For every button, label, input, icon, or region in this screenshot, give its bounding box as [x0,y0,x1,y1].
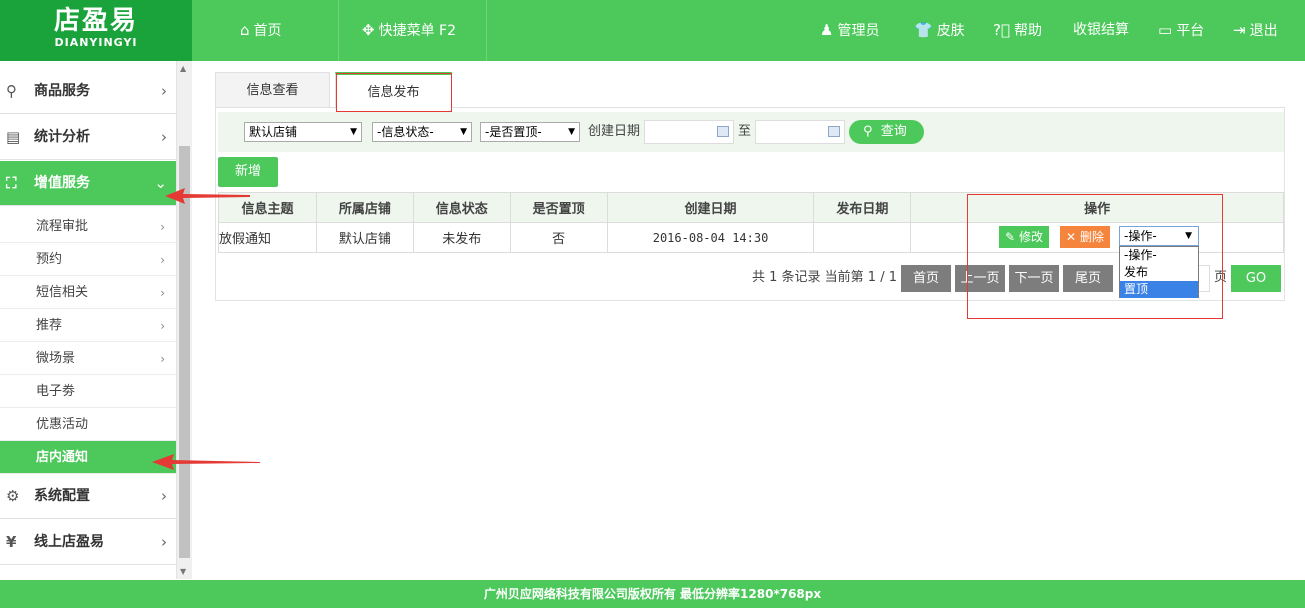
annotation-box [967,194,1223,319]
go-button[interactable]: GO [1231,265,1281,292]
nav-skin[interactable]: 👕 皮肤 [914,0,965,61]
nav-checkout[interactable]: 收银结算 [1073,0,1129,61]
caret-down-icon: ▼ [460,127,467,137]
sidebar-sub-item[interactable]: 优惠活动 [0,408,176,441]
chevron-right-icon: › [161,128,167,146]
column-header: 信息状态 [412,192,511,223]
calendar-icon[interactable] [828,126,840,137]
add-button[interactable]: 新增 [218,157,278,187]
sidebar-sub-item[interactable]: 推荐 › [0,309,176,342]
first-page-button[interactable]: 首页 [901,265,951,292]
chevron-right-icon: › [161,533,167,551]
help-icon: ?⃝ [993,21,1010,39]
cell-store: 默认店铺 [315,222,414,253]
chevron-right-icon: › [160,286,165,300]
annotation-box [336,73,452,112]
column-header: 创建日期 [606,192,815,223]
logout-icon: ⇥ [1233,21,1246,39]
cell-created: 2016-08-04 14:30 [606,222,815,253]
pill-icon: ⚲ [6,82,17,100]
sidebar-scrollbar[interactable]: ▲ ▼ [177,61,192,579]
home-icon: ⌂ [240,21,250,39]
logo-text-en: DIANYINGYI [54,36,138,49]
filter-bar: 默认店铺 ▼ -信息状态- ▼ -是否置顶- ▼ 创建日期 至 ⚲ 查询 [218,112,1284,152]
gear-icon: ⚙ [6,487,20,505]
cell-subject: 放假通知 [218,222,317,253]
tab-view[interactable]: 信息查看 [215,72,330,108]
nav-help[interactable]: ?⃝ 帮助 [993,0,1042,61]
chart-icon: ▤ [6,128,21,146]
scrollbar-thumb[interactable] [179,146,190,558]
monitor-icon: ▭ [1158,21,1173,39]
status-select[interactable]: -信息状态- ▼ [372,122,472,142]
sidebar-sub-item[interactable]: 预约 › [0,243,176,276]
sidebar-item-goods[interactable]: ⚲ 商品服务 › [0,69,176,114]
column-header: 所属店铺 [315,192,414,223]
logo[interactable]: 店盈易 DIANYINGYI [0,0,192,61]
footer: 广州贝应网络科技有限公司版权所有 最低分辨率1280*768px [0,580,1305,608]
search-button[interactable]: ⚲ 查询 [849,120,924,144]
sidebar-sub-item[interactable]: 流程审批 › [0,210,176,243]
user-icon: ♟ [820,21,834,39]
chevron-right-icon: › [160,352,165,366]
sidebar-item-online[interactable]: ¥ 线上店盈易 › [0,520,176,565]
scroll-up-icon[interactable]: ▲ [180,64,186,73]
date-to-label: 至 [738,124,752,139]
nav-platform[interactable]: ▭ 平台 [1158,0,1204,61]
calendar-icon[interactable] [717,126,729,137]
caret-down-icon: ▼ [350,127,357,137]
column-header: 发布日期 [813,192,912,223]
annotation-arrow [152,454,260,470]
created-date-label: 创建日期 [588,124,641,139]
nav-quick-menu[interactable]: ✥ 快捷菜单 F2 [362,0,456,61]
top-bar: 店盈易 DIANYINGYI ⌂ 首页 ✥ 快捷菜单 F2 ♟ 管理员 👕 皮肤 ?⃝ 帮… [0,0,1305,61]
store-select[interactable]: 默认店铺 ▼ [244,122,362,142]
sidebar-item-value-added[interactable]: ⛶ 增值服务 ⌄ [0,161,176,206]
chevron-right-icon: › [161,487,167,505]
cell-published [813,222,912,253]
sidebar-sub-item[interactable]: 微场景 › [0,342,176,375]
column-header: 是否置顶 [509,192,608,223]
map-icon: ⛶ [6,174,17,192]
annotation-arrow [165,188,250,204]
end-date-input[interactable] [755,120,845,144]
top-select[interactable]: -是否置顶- ▼ [480,122,580,142]
sidebar-item-stats[interactable]: ▤ 统计分析 › [0,115,176,160]
nav-home[interactable]: ⌂ 首页 [240,0,282,61]
logo-text-cn: 店盈易 [53,6,138,36]
cell-top: 否 [509,222,608,253]
nav-divider [486,0,487,61]
chevron-right-icon: › [160,220,165,234]
move-icon: ✥ [362,21,375,39]
chevron-right-icon: › [161,82,167,100]
search-icon: ⚲ [863,124,873,139]
sidebar: ⚲ 商品服务 › ▤ 统计分析 › ⛶ 增值服务 ⌄ 流程审批 › 预约 › 短信相… [0,61,177,579]
caret-down-icon: ▼ [568,127,575,137]
pager-info: 共 1 条记录 当前第 1 / 1 [752,270,897,285]
sidebar-item-system[interactable]: ⚙ 系统配置 › [0,474,176,519]
nav-logout[interactable]: ⇥ 退出 [1233,0,1278,61]
nav-divider [338,0,339,61]
sidebar-sub-item[interactable]: 短信相关 › [0,276,176,309]
nav-admin[interactable]: ♟ 管理员 [820,0,879,61]
sidebar-sub-item-store-notice[interactable]: 店内通知 [0,441,176,474]
chevron-right-icon: › [160,253,165,267]
chevron-right-icon: › [160,319,165,333]
cashier-icon: ¥ [6,533,17,551]
tshirt-icon: 👕 [914,21,933,39]
start-date-input[interactable] [644,120,734,144]
cell-status: 未发布 [412,222,511,253]
sidebar-sub-item[interactable]: 电子劵 [0,375,176,408]
scroll-down-icon[interactable]: ▼ [180,567,186,576]
